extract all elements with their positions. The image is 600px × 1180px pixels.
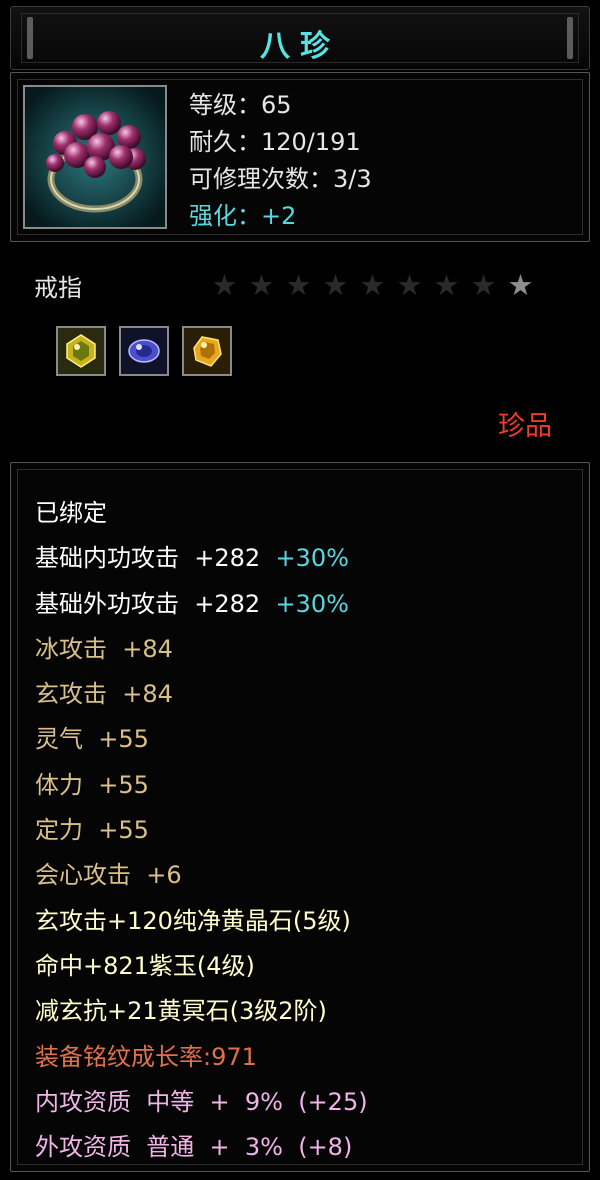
attribute-name: 灵气 bbox=[35, 725, 83, 754]
attribute-bonus: +30% bbox=[275, 589, 349, 618]
stat-repair-label: 可修理次数： bbox=[189, 165, 333, 193]
attribute-name: 装备铭纹成长率: bbox=[35, 1042, 212, 1071]
attribute-row: 基础内功攻击 +282 +30% bbox=[35, 536, 368, 581]
star-empty-icon: ★ bbox=[470, 268, 497, 302]
star-empty-icon: ★ bbox=[248, 268, 275, 302]
attribute-name: 会心攻击 bbox=[35, 861, 131, 890]
attribute-row: 命中+821紫玉(4级) bbox=[35, 944, 368, 989]
attributes-panel: 已绑定 基础内功攻击 +282 +30% 基础外功攻击 +282 +30% 冰攻击 +… bbox=[10, 462, 590, 1172]
attribute-row: 灵气 +55 bbox=[35, 717, 368, 762]
star-empty-icon: ★ bbox=[359, 268, 386, 302]
attribute-row: 装备铭纹成长率:971 bbox=[35, 1035, 368, 1080]
attribute-value: +84 bbox=[107, 634, 173, 663]
attribute-row: 内攻资质 中等 + 9% (+25) bbox=[35, 1080, 368, 1125]
attribute-row: 会心攻击 +6 bbox=[35, 853, 368, 898]
attribute-row: 减玄抗+21黄冥石(3级2阶) bbox=[35, 989, 368, 1034]
star-empty-icon: ★ bbox=[285, 268, 312, 302]
attribute-name: 内攻资质 bbox=[35, 1087, 131, 1116]
blue-gem-icon bbox=[121, 328, 167, 374]
item-stats: 等级：65 耐久：120/191 可修理次数：3/3 强化：+2 bbox=[189, 87, 372, 235]
gem-socket-2[interactable] bbox=[119, 326, 169, 376]
attribute-name: 基础外功攻击 bbox=[35, 589, 179, 618]
item-icon-frame[interactable] bbox=[23, 85, 167, 229]
item-type-label: 戒指 bbox=[34, 274, 82, 302]
star-empty-icon: ★ bbox=[396, 268, 423, 302]
attribute-value: +282 bbox=[179, 544, 276, 573]
attribute-row: 玄攻击 +84 bbox=[35, 672, 368, 717]
star-filled-icon: ★ bbox=[507, 268, 534, 302]
attribute-value: +821紫玉(4级) bbox=[83, 951, 255, 980]
attribute-value: 普通 + 3% (+8) bbox=[131, 1133, 353, 1162]
attribute-list: 已绑定 基础内功攻击 +282 +30% 基础外功攻击 +282 +30% 冰攻击 +… bbox=[35, 491, 368, 1170]
star-empty-icon: ★ bbox=[322, 268, 349, 302]
item-quality: 珍品 bbox=[498, 411, 552, 442]
attribute-value: +55 bbox=[83, 770, 149, 799]
stat-durability-value: 120/191 bbox=[261, 128, 361, 156]
yellow-gem-icon bbox=[58, 328, 104, 374]
attribute-name: 冰攻击 bbox=[35, 634, 107, 663]
attribute-value: 971 bbox=[211, 1042, 257, 1071]
ring-icon bbox=[25, 87, 165, 227]
attribute-row: 定力 +55 bbox=[35, 808, 368, 853]
attribute-name: 外攻资质 bbox=[35, 1133, 131, 1162]
attribute-name: 基础内功攻击 bbox=[35, 544, 179, 573]
stat-level-label: 等级： bbox=[189, 91, 261, 119]
attribute-row: 体力 +55 bbox=[35, 763, 368, 808]
item-header-panel: 等级：65 耐久：120/191 可修理次数：3/3 强化：+2 bbox=[10, 72, 590, 242]
stat-repair-value: 3/3 bbox=[333, 165, 372, 193]
attribute-value: +55 bbox=[83, 725, 149, 754]
star-empty-icon: ★ bbox=[433, 268, 460, 302]
stat-repair-count: 可修理次数：3/3 bbox=[189, 161, 372, 198]
gold-gem-icon bbox=[184, 328, 230, 374]
attribute-name: 体力 bbox=[35, 770, 83, 799]
attribute-value: +282 bbox=[179, 589, 276, 618]
attribute-name: 已绑定 bbox=[35, 499, 107, 527]
attribute-name: 定力 bbox=[35, 816, 83, 845]
stat-level-value: 65 bbox=[261, 91, 292, 119]
title-bar: 八珍 bbox=[10, 6, 590, 70]
stat-enhance: 强化：+2 bbox=[189, 198, 372, 235]
stat-level: 等级：65 bbox=[189, 87, 372, 124]
stat-durability: 耐久：120/191 bbox=[189, 124, 372, 161]
gem-socket-3[interactable] bbox=[182, 326, 232, 376]
attribute-value: +84 bbox=[107, 680, 173, 709]
gem-sockets bbox=[56, 326, 232, 376]
attribute-name: 减玄抗 bbox=[35, 997, 107, 1026]
attribute-row: 基础外功攻击 +282 +30% bbox=[35, 582, 368, 627]
attribute-value: +6 bbox=[131, 861, 182, 890]
attribute-value: +55 bbox=[83, 816, 149, 845]
attribute-value: 中等 + 9% (+25) bbox=[131, 1087, 368, 1116]
attribute-row: 冰攻击 +84 bbox=[35, 627, 368, 672]
item-title: 八珍 bbox=[260, 29, 340, 64]
attribute-name: 命中 bbox=[35, 951, 83, 980]
attribute-value: +21黄冥石(3级2阶) bbox=[107, 997, 327, 1026]
attribute-bonus: +30% bbox=[275, 544, 349, 573]
attribute-value: +120纯净黄晶石(5级) bbox=[107, 906, 351, 935]
gem-socket-1[interactable] bbox=[56, 326, 106, 376]
enhance-stars: ★ ★ ★ ★ ★ ★ ★ ★ ★ bbox=[208, 270, 537, 300]
attribute-name: 玄攻击 bbox=[35, 906, 107, 935]
stat-durability-label: 耐久： bbox=[189, 128, 261, 156]
attribute-row: 玄攻击+120纯净黄晶石(5级) bbox=[35, 899, 368, 944]
attribute-name: 玄攻击 bbox=[35, 680, 107, 709]
attribute-row: 已绑定 bbox=[35, 491, 368, 536]
stat-enhance-label: 强化： bbox=[189, 202, 261, 230]
attribute-row: 外攻资质 普通 + 3% (+8) bbox=[35, 1125, 368, 1170]
star-empty-icon: ★ bbox=[211, 268, 238, 302]
stat-enhance-value: +2 bbox=[261, 202, 297, 230]
